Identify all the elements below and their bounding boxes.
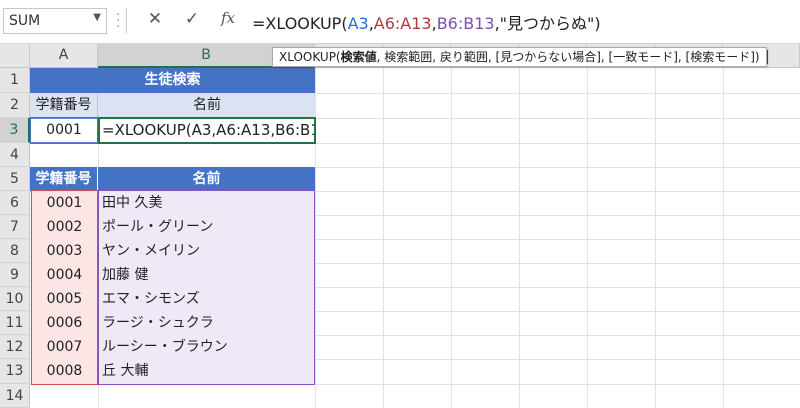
check-icon[interactable]: ✓ [177, 9, 207, 33]
row-header[interactable]: 7 [0, 215, 30, 239]
table-cell-id[interactable]: 0008 [31, 359, 98, 384]
search-id-cell[interactable]: 0001 [30, 118, 98, 143]
table-cell-name[interactable]: 丘 大輔 [98, 359, 315, 384]
table-cell-name[interactable]: エマ・シモンズ [98, 287, 315, 311]
table-cell-id[interactable]: 0001 [31, 191, 98, 215]
table-cell-id[interactable]: 0005 [31, 287, 98, 311]
text-cursor [767, 50, 768, 64]
sheet-title[interactable]: 生徒検索 [30, 68, 315, 93]
row-header[interactable]: 9 [0, 263, 30, 287]
table-cell-id[interactable]: 0004 [31, 263, 98, 287]
formula-prefix: =XLOOKUP( [252, 14, 348, 33]
row-header[interactable]: 1 [0, 68, 30, 93]
table-cell-id[interactable]: 0007 [31, 335, 98, 359]
formula-ref-a6-a13: A6:A13 [373, 14, 432, 33]
tooltip-func[interactable]: XLOOKUP( [279, 50, 341, 64]
function-tooltip: XLOOKUP(検索値, 検索範囲, 戻り範囲, [見つからない場合], [一致… [272, 47, 767, 67]
cancel-icon[interactable]: ✕ [140, 9, 170, 33]
row-header[interactable]: 3 [0, 118, 30, 143]
row-header[interactable]: 4 [0, 143, 30, 167]
row-header[interactable]: 8 [0, 239, 30, 263]
column-header-a[interactable]: A [30, 44, 98, 68]
table-cell-id[interactable]: 0002 [31, 215, 98, 239]
select-all-corner[interactable] [0, 44, 30, 68]
editing-cell[interactable]: =XLOOKUP(A3,A6:A13,B6:B13, [98, 117, 316, 144]
table-cell-name[interactable]: 田中 久美 [98, 191, 315, 215]
formula-bar: SUM ▼ · · · ✕ ✓ fx =XLOOKUP(A3,A6:A13,B6:B… [0, 0, 800, 44]
row-header[interactable]: 6 [0, 191, 30, 215]
table-cell-name[interactable]: 加藤 健 [98, 263, 315, 287]
table-cell-name[interactable]: ラージ・シュクラ [98, 311, 315, 335]
more-vertical-icon: · · · [116, 7, 121, 35]
row-header[interactable]: 14 [0, 384, 30, 408]
row-header[interactable]: 10 [0, 287, 30, 311]
chevron-down-icon[interactable]: ▼ [93, 12, 101, 23]
search-header-name[interactable]: 名前 [99, 93, 315, 118]
formula-input[interactable]: =XLOOKUP(A3,A6:A13,B6:B13,"見つからぬ") [252, 10, 601, 34]
search-header-id[interactable]: 学籍番号 [30, 93, 98, 118]
separator [126, 8, 127, 34]
row-header[interactable]: 5 [0, 167, 30, 191]
table-header-name[interactable]: 名前 [98, 167, 315, 191]
table-header-id[interactable]: 学籍番号 [30, 167, 98, 191]
name-box[interactable]: SUM ▼ [3, 8, 107, 34]
name-box-value: SUM [9, 13, 41, 29]
table-cell-id[interactable]: 0006 [31, 311, 98, 335]
formula-ref-b6-b13: B6:B13 [436, 14, 495, 33]
tooltip-args: , 検索範囲, 戻り範囲, [見つからない場合], [一致モード], [検索モー… [376, 50, 760, 64]
table-cell-name[interactable]: ヤン・メイリン [98, 239, 315, 263]
row-header[interactable]: 13 [0, 359, 30, 384]
table-cell-name[interactable]: ルーシー・ブラウン [98, 335, 315, 359]
fx-icon[interactable]: fx [213, 9, 243, 33]
formula-ref-a3: A3 [347, 14, 369, 33]
row-header[interactable]: 12 [0, 335, 30, 359]
tooltip-current-arg[interactable]: 検索値 [341, 50, 377, 64]
row-header[interactable]: 11 [0, 311, 30, 335]
row-header[interactable]: 2 [0, 93, 30, 118]
formula-suffix: ,"見つからぬ") [494, 14, 601, 33]
table-cell-id[interactable]: 0003 [31, 239, 98, 263]
table-cell-name[interactable]: ポール・グリーン [98, 215, 315, 239]
